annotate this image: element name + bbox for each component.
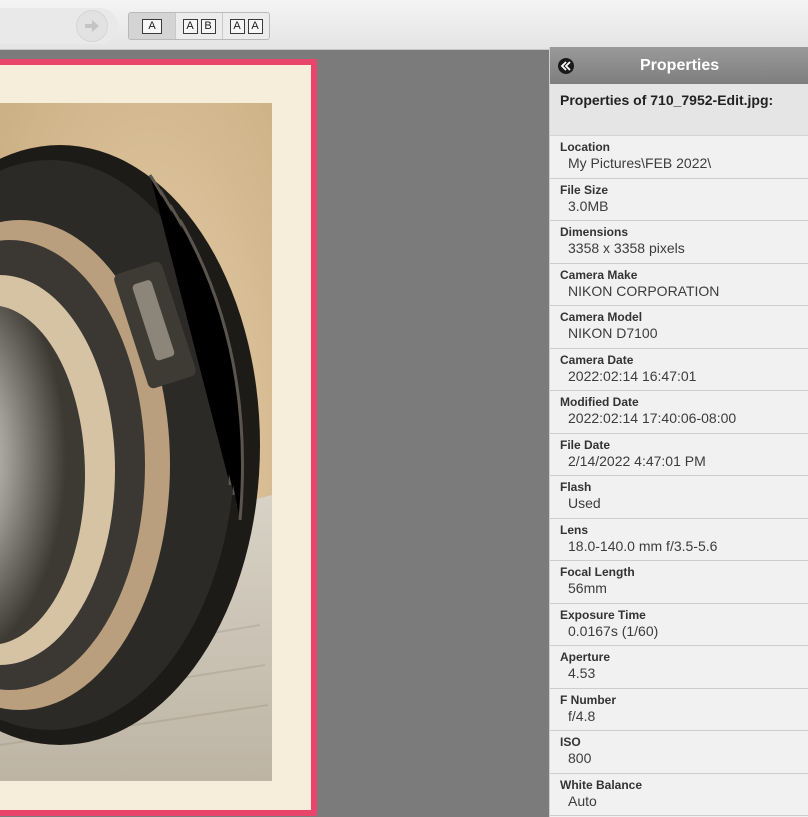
file-heading: Properties of 710_7952-Edit.jpg:	[550, 84, 808, 136]
property-label: Aperture	[560, 650, 611, 664]
property-exposure-time: Exposure Time 0.0167s (1/60)	[550, 604, 808, 646]
property-camera-make: Camera Make NIKON CORPORATION	[550, 264, 808, 306]
view-compare-aa-button[interactable]: A A	[223, 13, 269, 39]
property-modified-date: Modified Date 2022:02:14 17:40:06-08:00	[550, 391, 808, 434]
property-value: Auto	[568, 792, 597, 809]
photo-preview[interactable]	[0, 59, 317, 816]
property-label: File Date	[560, 437, 611, 452]
view-single-button[interactable]: A	[129, 13, 176, 39]
property-value: 2/14/2022 4:47:01 PM	[568, 452, 706, 469]
property-location: Location My Pictures\FEB 2022\	[550, 136, 808, 179]
property-label: Camera Model	[560, 310, 643, 324]
property-file-size: File Size 3.0MB	[550, 179, 808, 221]
property-label: Modified Date	[560, 395, 639, 409]
view-glyph: A	[229, 18, 245, 34]
property-value: Used	[568, 495, 601, 511]
properties-list: Location My Pictures\FEB 2022\ File Size…	[550, 136, 808, 816]
property-value: My Pictures\FEB 2022\	[568, 155, 712, 171]
toolbar: A A B A A	[0, 0, 808, 50]
property-value: 3358 x 3358 pixels	[568, 240, 685, 256]
camera-lens-photo	[0, 65, 311, 810]
property-iso: ISO 800	[550, 731, 808, 774]
image-canvas[interactable]	[0, 51, 548, 817]
property-value: f/4.8	[568, 707, 596, 724]
view-compare-ab-button[interactable]: A B	[176, 13, 223, 39]
view-glyph: A	[142, 18, 162, 34]
property-value: 4.53	[568, 665, 596, 681]
view-glyph: B	[200, 18, 216, 34]
property-label: Flash	[560, 480, 592, 494]
property-value: 800	[568, 750, 592, 766]
property-label: Camera Date	[560, 352, 634, 367]
property-value: NIKON D7100	[568, 325, 658, 341]
property-value: 56mm	[568, 580, 607, 596]
forward-button[interactable]	[76, 10, 108, 42]
property-label: Location	[560, 140, 610, 154]
property-flash: Flash Used	[550, 476, 808, 519]
property-value: 18.0-140.0 mm f/3.5-5.6	[568, 537, 718, 554]
properties-panel: Properties Properties of 710_7952-Edit.j…	[549, 47, 808, 817]
property-focal-length: Focal Length 56mm	[550, 561, 808, 604]
property-label: F Number	[560, 692, 617, 707]
property-label: Dimensions	[560, 225, 629, 239]
property-value: 2022:02:14 16:47:01	[568, 367, 697, 384]
property-label: Camera Make	[560, 267, 638, 282]
property-value: 2022:02:14 17:40:06-08:00	[568, 410, 737, 426]
property-label: Lens	[560, 522, 589, 537]
view-mode-group: A A B A A	[128, 12, 270, 40]
property-label: Focal Length	[560, 565, 635, 579]
property-value: NIKON CORPORATION	[568, 282, 720, 299]
property-aperture: Aperture 4.53	[550, 646, 808, 689]
property-white-balance: White Balance Auto	[550, 774, 808, 816]
property-file-date: File Date 2/14/2022 4:47:01 PM	[550, 434, 808, 476]
property-lens: Lens 18.0-140.0 mm f/3.5-5.6	[550, 519, 808, 561]
property-label: ISO	[560, 735, 581, 749]
property-dimensions: Dimensions 3358 x 3358 pixels	[550, 221, 808, 264]
view-glyph: A	[182, 18, 198, 34]
property-camera-model: Camera Model NIKON D7100	[550, 306, 808, 349]
property-value: 0.0167s (1/60)	[568, 622, 659, 639]
property-label: White Balance	[560, 777, 643, 792]
property-camera-date: Camera Date 2022:02:14 16:47:01	[550, 349, 808, 391]
panel-header: Properties	[550, 47, 808, 84]
property-label: File Size	[560, 182, 609, 197]
panel-title: Properties	[640, 57, 720, 74]
property-label: Exposure Time	[560, 607, 646, 622]
view-glyph: A	[247, 18, 263, 34]
property-f-number: F Number f/4.8	[550, 689, 808, 731]
property-value: 3.0MB	[568, 197, 609, 214]
